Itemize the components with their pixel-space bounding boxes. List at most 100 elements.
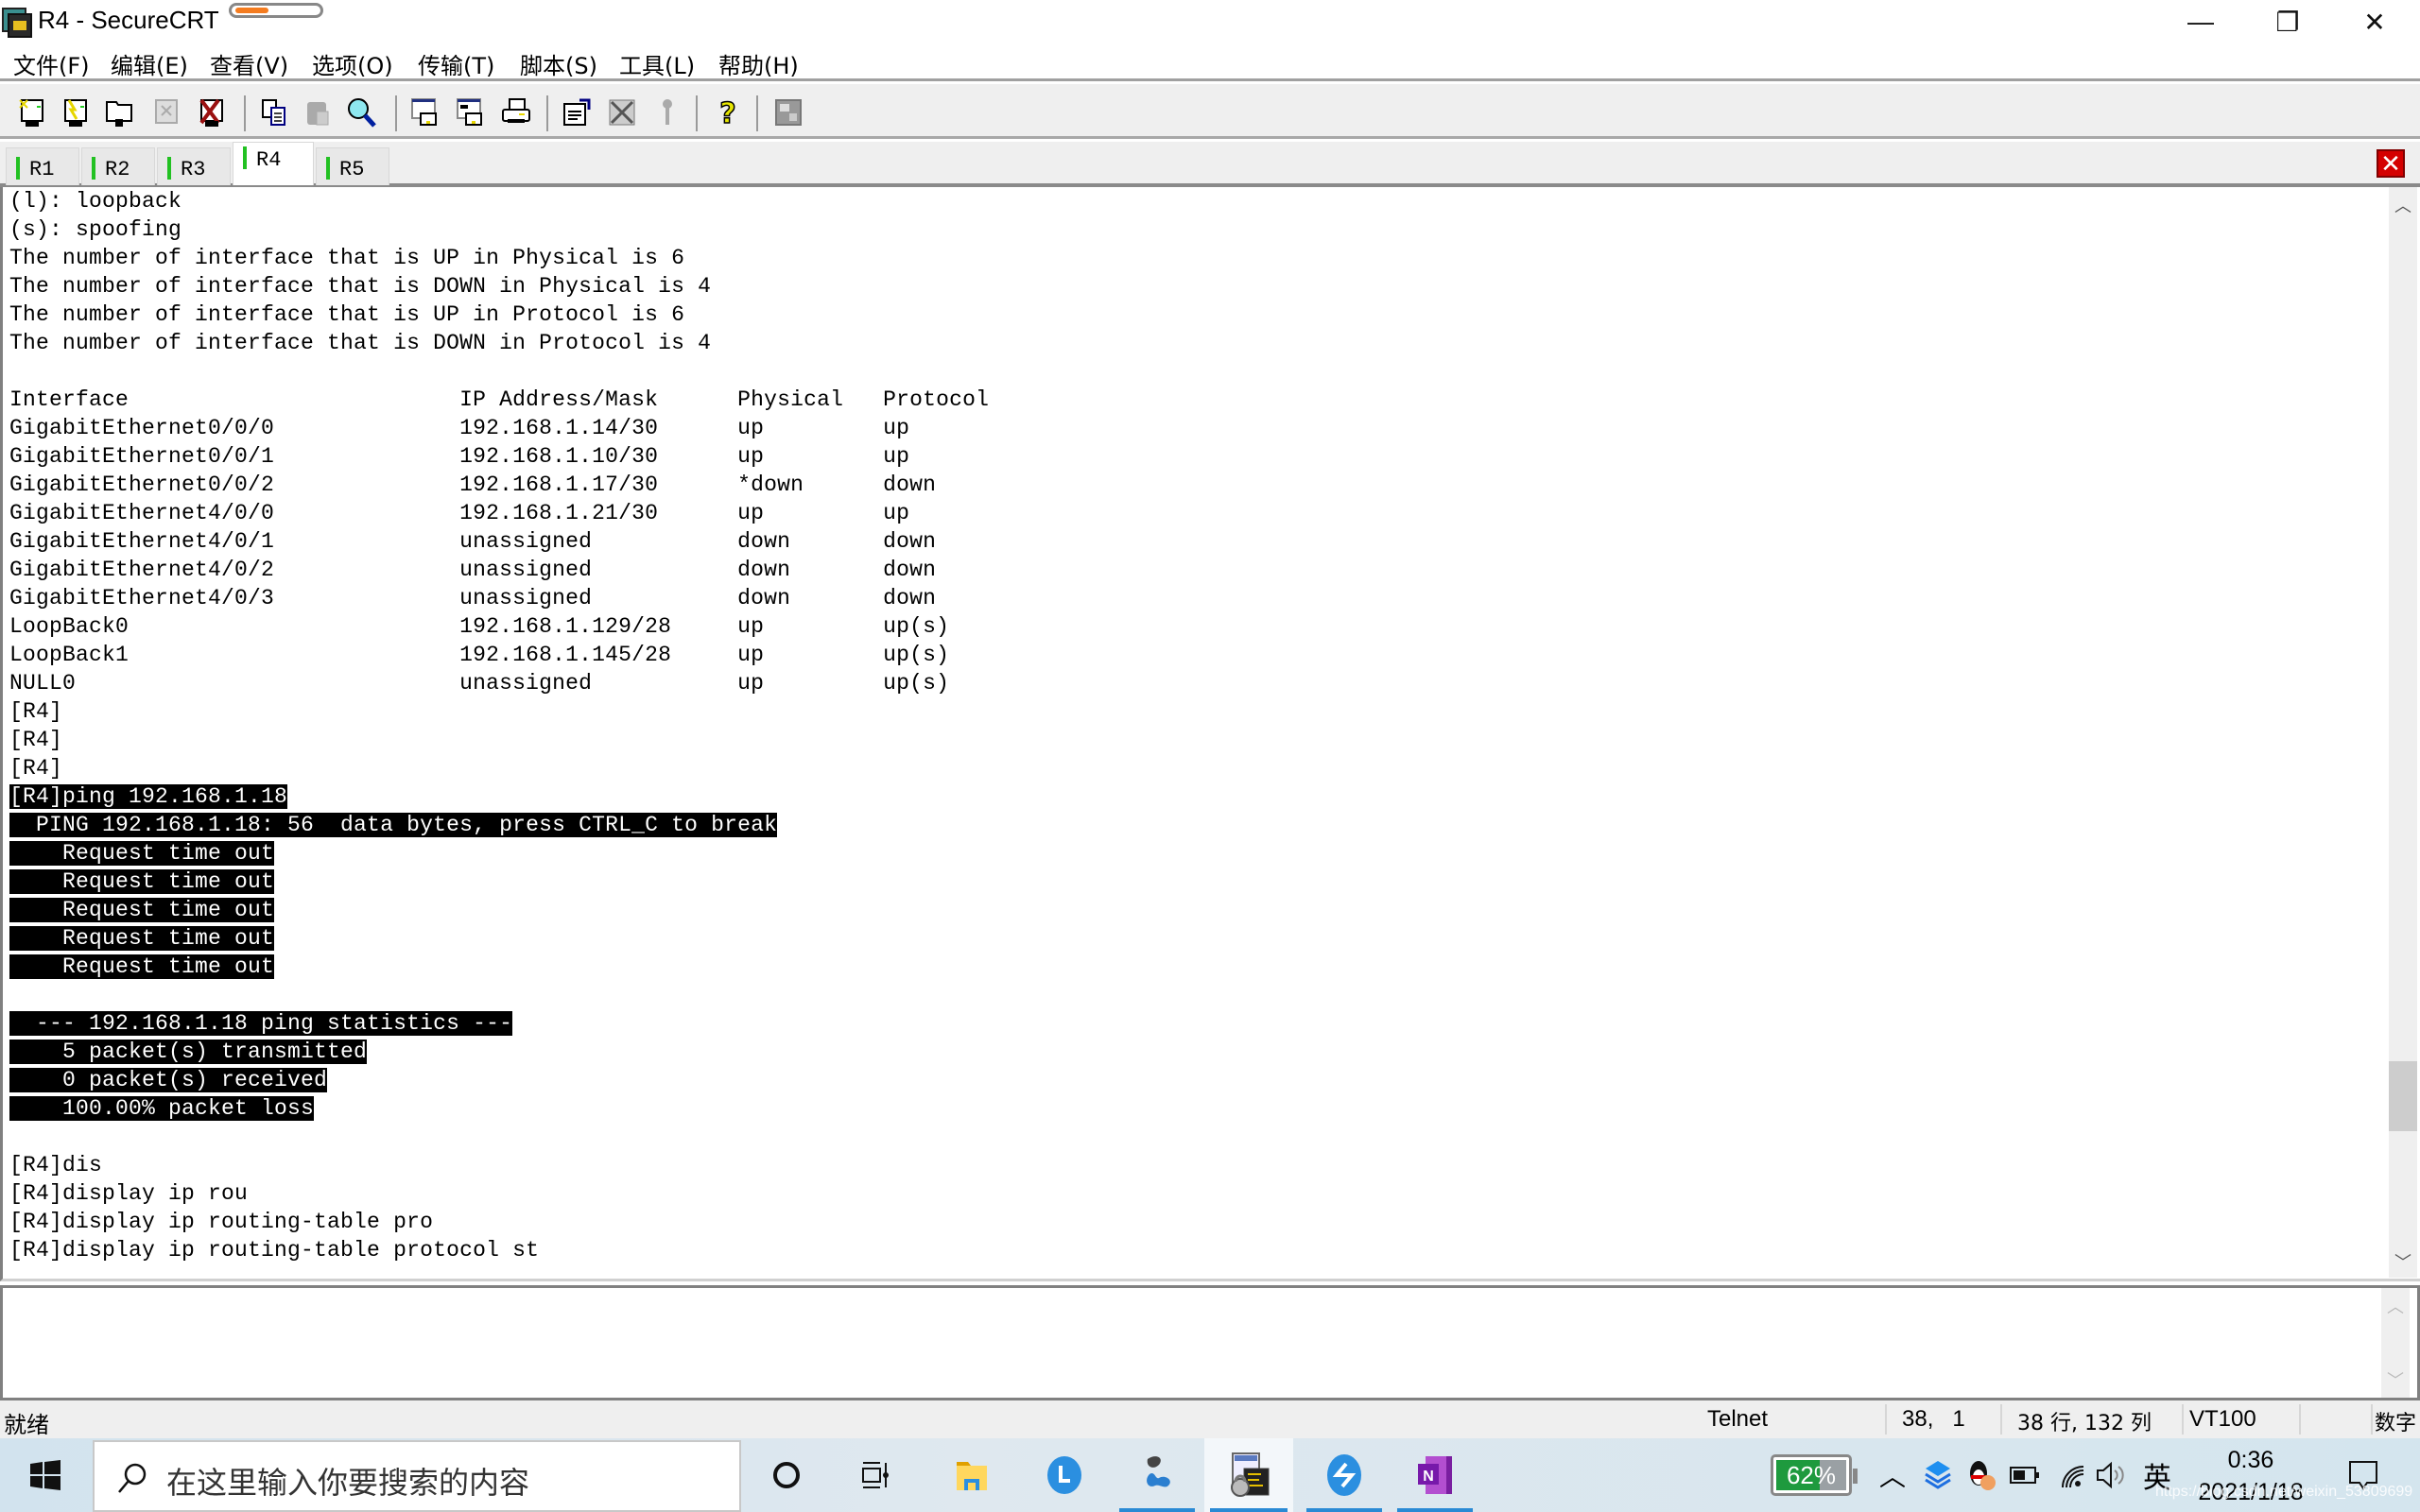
selected-text: Request time out [9, 869, 275, 894]
print-selection-button[interactable] [454, 95, 488, 129]
tab-r2[interactable]: R2 [81, 147, 155, 185]
terminal-view[interactable]: (l): loopback (s): spoofing The number of … [0, 187, 2420, 1281]
terminal-line: --- 192.168.1.18 ping statistics --- [9, 1009, 989, 1038]
cortana-button[interactable] [743, 1438, 830, 1512]
line-text: [R4]display ip rou [9, 1181, 249, 1206]
global-options-icon [609, 99, 635, 126]
line-text: The number of interface that is UP in Pr… [9, 302, 685, 327]
close-window-button[interactable]: ✕ [2331, 0, 2418, 43]
copy-button[interactable] [257, 95, 291, 129]
file-explorer-button[interactable] [928, 1438, 1015, 1512]
terminal-scrollbar[interactable]: ︿ ﹀ [2389, 187, 2417, 1278]
tab-r4[interactable]: R4 [233, 142, 314, 185]
onenote-button[interactable]: N [1392, 1438, 1478, 1512]
scroll-down-button[interactable]: ﹀ [2389, 1247, 2417, 1276]
securecrt-icon [1231, 1452, 1270, 1497]
terminal-line: [R4] [9, 726, 989, 754]
close-tab-button[interactable]: ✕ [2377, 149, 2405, 178]
securecrt-app-icon [2, 8, 32, 38]
menu-edit[interactable]: 编辑(E) [111, 47, 188, 80]
connect-button[interactable] [15, 95, 49, 129]
selected-text: PING 192.168.1.18: 56 data bytes, press … [9, 813, 778, 837]
tab-label: R5 [339, 158, 365, 181]
tab-r1[interactable]: R1 [6, 147, 79, 185]
chevron-down-icon: ﹀ [2387, 1371, 2404, 1390]
command-input-window[interactable]: ︿ ﹀ [0, 1285, 2420, 1400]
speaker-icon [2097, 1461, 2124, 1489]
status-separator [1885, 1404, 1887, 1435]
terminal-line: The number of interface that is DOWN in … [9, 272, 989, 301]
securecrt-taskbar-button[interactable] [1204, 1438, 1293, 1512]
chevron-down-icon: ﹀ [2394, 1253, 2411, 1272]
session-options-button[interactable] [560, 95, 594, 129]
print-button[interactable] [499, 95, 533, 129]
svg-text:N: N [1423, 1469, 1434, 1485]
title-progress-fill [235, 8, 269, 13]
menu-file[interactable]: 文件(F) [13, 47, 90, 80]
menu-view[interactable]: 查看(V) [210, 47, 288, 80]
tray-network[interactable] [2053, 1438, 2091, 1512]
tab-r5[interactable]: R5 [316, 147, 389, 185]
feishu-button[interactable] [1301, 1438, 1388, 1512]
global-options-button[interactable] [605, 95, 639, 129]
restore-icon: ❐ [2275, 7, 2300, 37]
line-text: [R4]display ip routing-table protocol st [9, 1238, 540, 1263]
scroll-up-button[interactable]: ︿ [2381, 1292, 2410, 1320]
menu-script[interactable]: 脚本(S) [520, 47, 597, 80]
terminal-line: [R4]display ip rou [9, 1179, 989, 1208]
windows-logo-icon [30, 1460, 60, 1490]
disconnect-icon [199, 98, 223, 127]
find-button[interactable] [344, 95, 378, 129]
title-progress-indicator [229, 3, 323, 18]
quick-connect-icon [64, 99, 87, 127]
keymap-button[interactable] [650, 95, 684, 129]
disconnect-button[interactable] [195, 95, 229, 129]
terminal-line: 5 packet(s) transmitted [9, 1038, 989, 1066]
battery-status-icon [2010, 1467, 2039, 1484]
toolbar-separator [546, 95, 548, 131]
scroll-up-button[interactable]: ︿ [2389, 191, 2417, 219]
restore-button[interactable]: ❐ [2244, 0, 2331, 43]
tray-volume[interactable] [2093, 1438, 2131, 1512]
menu-transfer[interactable]: 传输(T) [418, 47, 494, 80]
menu-help[interactable]: 帮助(H) [718, 47, 799, 80]
app-l-button[interactable] [1021, 1438, 1108, 1512]
start-button[interactable] [0, 1438, 91, 1512]
terminal-line: PING 192.168.1.18: 56 data bytes, press … [9, 811, 989, 839]
scrollbar-thumb[interactable] [2389, 1060, 2417, 1131]
terminal-line: The number of interface that is DOWN in … [9, 329, 989, 357]
tab-r3[interactable]: R3 [157, 147, 231, 185]
print-screen-icon [411, 98, 437, 126]
battery-widget[interactable]: 62% [1764, 1438, 1858, 1512]
eve-ng-button[interactable] [1114, 1438, 1201, 1512]
menu-options[interactable]: 选项(O) [312, 47, 393, 80]
line-text: GigabitEthernet4/0/3 unassigned down dow… [9, 586, 937, 610]
input-scrollbar[interactable]: ︿ ﹀ [2381, 1288, 2410, 1398]
connect-in-tab-button[interactable] [102, 95, 136, 129]
minimize-button[interactable]: — [2157, 0, 2244, 43]
line-text: [R4]display ip routing-table pro [9, 1210, 434, 1234]
close-icon: ✕ [2363, 7, 2386, 37]
task-view-button[interactable] [832, 1438, 919, 1512]
tray-app-cloud[interactable] [1919, 1438, 1957, 1512]
print-screen-button[interactable] [408, 95, 442, 129]
line-text: [R4] [9, 756, 63, 781]
paste-button[interactable] [301, 95, 335, 129]
taskbar-search-box[interactable]: 在这里输入你要搜索的内容 [93, 1440, 741, 1512]
terminal-line: Request time out [9, 953, 989, 981]
scroll-down-button[interactable]: ﹀ [2381, 1366, 2410, 1394]
action-center-button[interactable] [2335, 1438, 2392, 1512]
menu-tools[interactable]: 工具(L) [619, 47, 695, 80]
quick-connect-button[interactable] [59, 95, 93, 129]
line-text: The number of interface that is DOWN in … [9, 331, 712, 355]
tray-qq[interactable] [1962, 1438, 2000, 1512]
terminal-line: [R4]dis [9, 1151, 989, 1179]
sftp-button[interactable] [771, 95, 805, 129]
menu-bar: 文件(F) 编辑(E) 查看(V) 选项(O) 传输(T) 脚本(S) 工具(L… [0, 43, 2420, 81]
toolbar-separator [696, 95, 698, 131]
tray-power[interactable] [2006, 1438, 2044, 1512]
reconnect-button[interactable] [149, 95, 183, 129]
help-button[interactable]: ? [711, 95, 745, 129]
show-hidden-icons-button[interactable]: ︿ [1874, 1438, 1911, 1512]
